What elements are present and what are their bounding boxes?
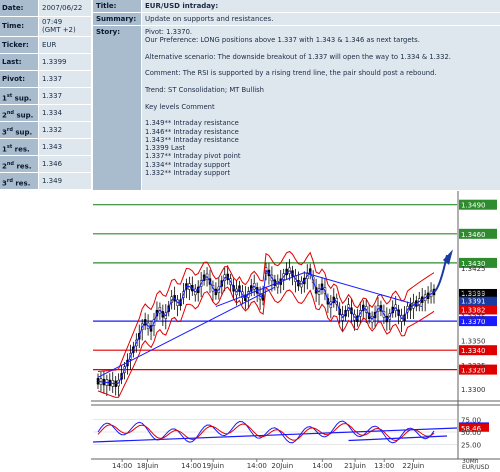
story-line: [145, 111, 500, 119]
ticker-row: Ticker: EUR: [0, 37, 91, 53]
support-2-value: 1.334: [39, 105, 91, 121]
support-2-row: 2nd sup. 1.334: [0, 105, 91, 121]
resistance-1-label: 1st res.: [0, 139, 38, 155]
time-axis-label: 18Juin: [137, 462, 159, 470]
rsi-axis-tick: 25.00: [461, 442, 481, 450]
resistance-2-value: 1.346: [39, 156, 91, 172]
story-line: 1.3399 Last: [145, 144, 186, 153]
summary-label: Summary:: [93, 13, 141, 25]
resistance-2-tag-label: 1.3460: [461, 231, 486, 239]
price-axis-tick: 1.3350: [461, 338, 486, 346]
story-text: Pivot: 1.3370. Our Preference: LONG posit…: [142, 26, 500, 190]
story-label: Story:: [93, 26, 141, 190]
last-value: 1.3399: [39, 54, 91, 70]
story-line: 1.334** Intraday support: [145, 160, 231, 169]
last-row: Last: 1.3399: [0, 54, 91, 70]
story-line: Key levels Comment: [145, 102, 215, 111]
time-value: 07:49 (GMT +2): [39, 17, 91, 36]
resistance-3-label: 3rd res.: [0, 173, 38, 189]
pivot-label: Pivot:: [0, 71, 38, 87]
resistance-2-row: 2nd res. 1.346: [0, 156, 91, 172]
time-value-clock: 07:49: [42, 18, 63, 26]
time-axis-label: 14:00: [112, 462, 132, 470]
support-2-tag-label: 1.3340: [461, 347, 486, 355]
resistance-3-value: 1.349: [39, 173, 91, 189]
story-line: [145, 94, 500, 102]
price-chart: 1.3490 1.3460 1.3430 1.3370 1.3340 1.3320 1.33…: [91, 191, 500, 471]
summary-value: Update on supports and resistances.: [142, 13, 500, 25]
date-value: 2007/06/22: [39, 0, 91, 16]
resistance-1-value: 1.343: [39, 139, 91, 155]
resistance-3-row: 3rd res. 1.349: [0, 173, 91, 189]
time-value-zone: (GMT +2): [42, 26, 76, 34]
story-line: 1.343** Intraday resistance: [145, 135, 239, 144]
story-line: 1.346** Intraday resistance: [145, 127, 239, 136]
time-axis-label: 14:00: [312, 462, 332, 470]
price-axis-tick: 1.3400: [461, 289, 486, 297]
story-line: Our Preference: LONG positions above 1.3…: [145, 36, 420, 45]
bollinger-upper-tag-label: 1.3391: [461, 298, 486, 306]
story-line: 1.349** Intraday resistance: [145, 119, 239, 128]
ticker-label: Ticker:: [0, 37, 38, 53]
ticker-info-panel: Date: 2007/06/22 Time: 07:49 (GMT +2) Ti…: [0, 0, 91, 190]
story-line: [145, 78, 500, 86]
time-label: Time:: [0, 17, 38, 36]
time-axis-label: 20Juin: [271, 462, 293, 470]
time-axis-label: 21Juin: [344, 462, 366, 470]
support-1-label: 1st sup.: [0, 88, 38, 104]
story-line: 1.332** Intraday support: [145, 169, 231, 178]
time-axis-label: 19Juin: [202, 462, 224, 470]
pivot-value: 1.337: [39, 71, 91, 87]
last-label: Last:: [0, 54, 38, 70]
story-line: Trend: ST Consolidation; MT Bullish: [145, 86, 264, 95]
pivot-row: Pivot: 1.337: [0, 71, 91, 87]
support-1-value: 1.337: [39, 88, 91, 104]
price-chart-svg: 1.34901.34601.34301.33701.33401.33201.33…: [91, 191, 500, 471]
date-label: Date:: [0, 0, 38, 16]
story-line: Comment: The RSI is supported by a risin…: [145, 69, 437, 78]
support-3-value: 1.332: [39, 122, 91, 138]
rsi-axis-tick: 50.00: [461, 429, 481, 437]
time-row: Time: 07:49 (GMT +2): [0, 17, 91, 36]
support-3-row: 3rd sup. 1.332: [0, 122, 91, 138]
time-axis-label: 13:00: [374, 462, 394, 470]
title-label: Title:: [93, 0, 141, 12]
story-line: Alternative scenario: The downside break…: [145, 52, 451, 61]
date-row: Date: 2007/06/22: [0, 0, 91, 16]
story-line: [145, 61, 500, 69]
story-line: 1.337** Intraday pivot point: [145, 152, 241, 161]
price-axis-tick: 1.3425: [461, 265, 486, 273]
resistance-2-label: 2nd res.: [0, 156, 38, 172]
price-axis-tick: 1.3375: [461, 313, 486, 321]
support-2-label: 2nd sup.: [0, 105, 38, 121]
resistance-1-row: 1st res. 1.343: [0, 139, 91, 155]
resistance-3-tag-label: 1.3490: [461, 202, 486, 210]
ticker-value: EUR: [39, 37, 91, 53]
instrument-label: EUR/USD: [462, 464, 490, 470]
time-axis-label: 14:00: [181, 462, 201, 470]
time-axis-label: 22Juin: [402, 462, 424, 470]
story-line: Pivot: 1.3370.: [145, 28, 193, 36]
price-axis-tick: 1.3325: [461, 362, 486, 370]
price-axis-tick: 1.3300: [461, 386, 486, 394]
support-1-row: 1st sup. 1.337: [0, 88, 91, 104]
support-3-label: 3rd sup.: [0, 122, 38, 138]
time-axis-label: 14:00: [247, 462, 267, 470]
story-line: [145, 45, 500, 53]
title-value: EUR/USD intraday:: [142, 0, 500, 12]
